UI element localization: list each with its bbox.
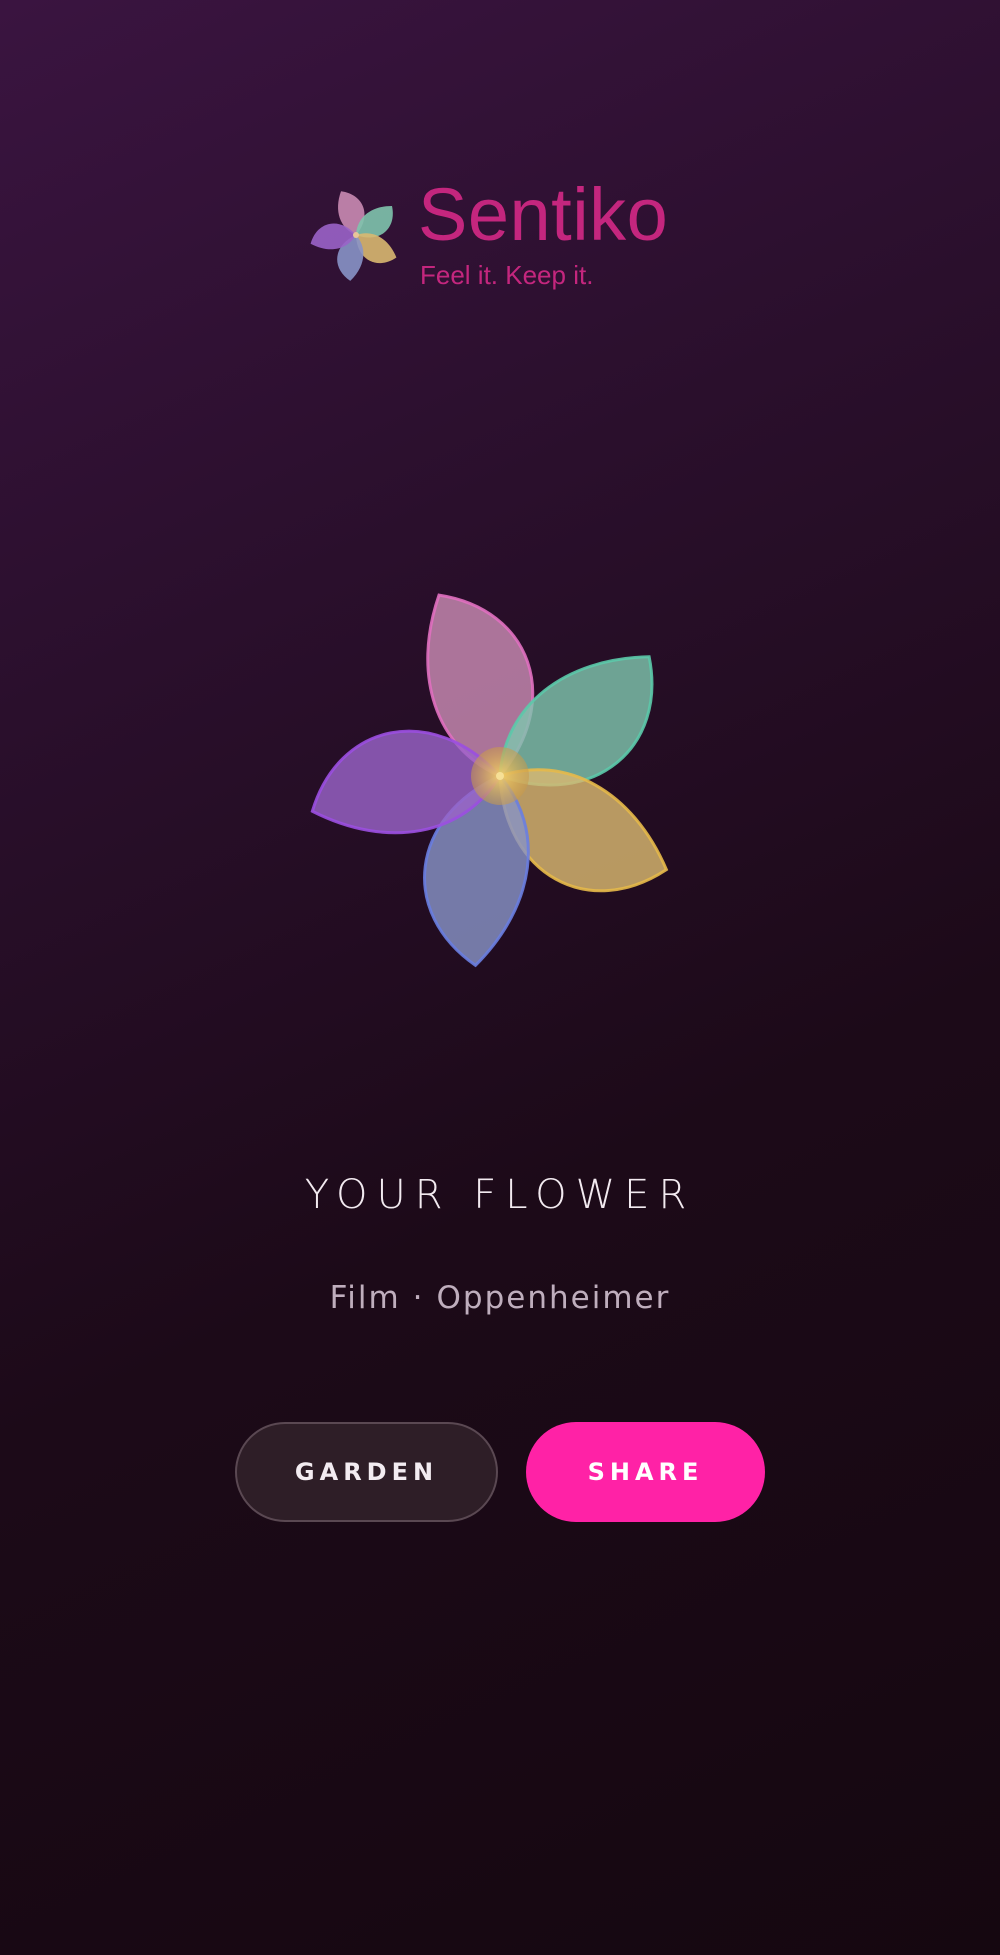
share-button[interactable]: SHARE — [526, 1422, 765, 1522]
garden-button-label: GARDEN — [294, 1458, 439, 1486]
page-title: YOUR FLOWER — [304, 1172, 696, 1218]
subtitle-category: Film — [329, 1280, 401, 1316]
flower-icon — [310, 593, 669, 968]
subtitle-separator: · — [412, 1280, 425, 1316]
flower-result-screen: Sentiko Feel it. Keep it. YOUR FLOWER Fi… — [0, 0, 1000, 1955]
brand-header: Sentiko Feel it. Keep it. — [306, 175, 726, 305]
brand-name: Sentiko — [418, 173, 669, 256]
subtitle-item: Oppenheimer — [436, 1280, 671, 1316]
garden-button[interactable]: GARDEN — [235, 1422, 498, 1522]
flower-logo-icon — [310, 191, 397, 281]
brand-tagline: Feel it. Keep it. — [420, 260, 594, 290]
flower-subtitle: Film · Oppenheimer — [0, 1280, 1000, 1316]
share-button-label: SHARE — [587, 1458, 704, 1486]
